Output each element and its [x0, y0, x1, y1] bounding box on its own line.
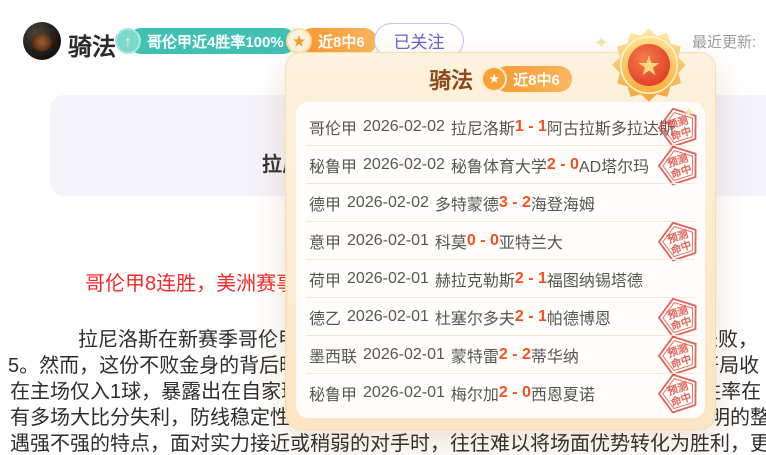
home-team: 拉尼洛斯 — [451, 115, 515, 139]
article-line: 遇强不强的特点，面对实力接近或稍弱的对手时，往往难以将场面优势转化为胜利，更值得… — [10, 433, 766, 455]
match-row: 意甲2026-02-01科莫0 - 0亚特兰大 预测命中 — [296, 222, 705, 259]
league: 秘鲁甲 — [309, 153, 357, 177]
sparkle-icon: ✦ — [683, 104, 695, 121]
match-date: 2026-02-01 — [347, 232, 429, 250]
prediction-list: 哥伦甲2026-02-02拉尼洛斯1 - 1阿古拉斯多拉达斯 预测命中 秘鲁甲2… — [296, 102, 705, 418]
match-date: 2026-02-01 — [347, 270, 429, 288]
match-row: 德乙2026-02-01杜塞尔多夫2 - 1帕德博恩 预测命中 — [296, 298, 705, 335]
home-team: 秘鲁体育大学 — [451, 153, 547, 177]
home-team: 蒙特雷 — [451, 343, 499, 367]
score: 0 - 0 — [467, 232, 499, 250]
match-date: 2026-02-01 — [347, 308, 429, 326]
match-row: 秘鲁甲2026-02-01梅尔加2 - 0西恩夏诺 预测命中 — [296, 374, 705, 411]
match-date: 2026-02-02 — [363, 156, 445, 174]
match-row: 德甲2026-02-02多特蒙德3 - 2海登海姆 预测命中 — [296, 184, 705, 221]
home-team: 梅尔加 — [451, 381, 499, 405]
prediction-history-popup: ★ 骑法 ★ 近8中6 哥伦甲2026-02-02拉尼洛斯1 - 1阿古拉斯多拉… — [285, 52, 716, 430]
score: 2 - 1 — [515, 308, 547, 326]
away-team: 亚特兰大 — [499, 229, 563, 253]
match-row: 哥伦甲2026-02-02拉尼洛斯1 - 1阿古拉斯多拉达斯 预测命中 — [296, 108, 705, 145]
home-team: 科莫 — [435, 229, 467, 253]
score: 2 - 1 — [515, 270, 547, 288]
away-team: 福图纳锡塔德 — [547, 267, 643, 291]
away-team: 蒂华纳 — [531, 343, 579, 367]
league: 哥伦甲 — [309, 115, 357, 139]
match-date: 2026-02-01 — [363, 384, 445, 402]
up-arrow-icon: ↑ — [115, 28, 141, 54]
score: 2 - 2 — [499, 346, 531, 364]
username: 骑法 — [68, 27, 116, 62]
match-date: 2026-02-02 — [347, 194, 429, 212]
match-date: 2026-02-02 — [363, 118, 445, 136]
league: 德乙 — [309, 305, 341, 329]
league: 德甲 — [309, 191, 341, 215]
match-row: 荷甲2026-02-01赫拉克勒斯2 - 1福图纳锡塔德 预测命中 — [296, 260, 705, 297]
score: 1 - 1 — [515, 118, 547, 136]
away-team: AD塔尔玛 — [579, 153, 649, 177]
match-row: 秘鲁甲2026-02-02秘鲁体育大学2 - 0AD塔尔玛 预测命中 — [296, 146, 705, 183]
score: 2 - 0 — [547, 156, 579, 174]
win-rate-badge-label: 哥伦甲近4胜率100% — [128, 28, 296, 54]
score: 2 - 0 — [499, 384, 531, 402]
popup-recent-hits-badge: ★ 近8中6 — [481, 66, 572, 92]
away-team: 西恩夏诺 — [531, 381, 595, 405]
match-date: 2026-02-01 — [363, 346, 445, 364]
svg-text:★: ★ — [637, 50, 661, 81]
score: 3 - 2 — [499, 194, 531, 212]
last-update-label: 最近更新: — [692, 31, 756, 52]
away-team: 海登海姆 — [531, 191, 595, 215]
league: 意甲 — [309, 229, 341, 253]
away-team: 帕德博恩 — [547, 305, 611, 329]
home-team: 赫拉克勒斯 — [435, 267, 515, 291]
home-team: 多特蒙德 — [435, 191, 499, 215]
star-icon: ★ — [481, 66, 507, 92]
league: 墨西联 — [309, 343, 357, 367]
league: 秘鲁甲 — [309, 381, 357, 405]
home-team: 杜塞尔多夫 — [435, 305, 515, 329]
star-icon: ★ — [286, 28, 312, 54]
gold-medal-icon: ★ — [610, 26, 688, 104]
league: 荷甲 — [309, 267, 341, 291]
sparkle-icon: ✦ — [594, 33, 609, 54]
recent-hits-badge: ★ 近8中6 — [286, 28, 377, 54]
popup-title: 骑法 — [429, 63, 473, 95]
win-rate-badge: ↑ 哥伦甲近4胜率100% — [115, 28, 296, 54]
avatar[interactable] — [23, 22, 61, 60]
match-row: 墨西联2026-02-01蒙特雷2 - 2蒂华纳 预测命中 — [296, 336, 705, 373]
